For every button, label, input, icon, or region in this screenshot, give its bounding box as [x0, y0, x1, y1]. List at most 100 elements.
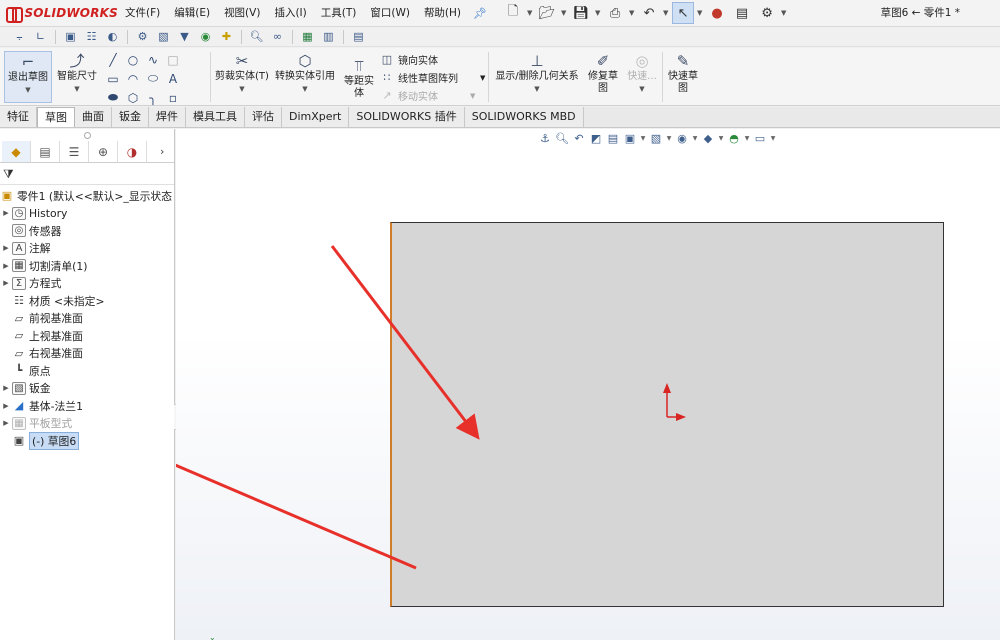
select-icon[interactable]: ↖	[672, 2, 695, 24]
bowl-icon[interactable]: ▼	[175, 28, 194, 45]
display-relations-button[interactable]: ⊥ 显示/删除几何关系 ▼	[492, 51, 582, 103]
chevron-down-icon[interactable]: ▼	[595, 9, 601, 17]
graphics-area[interactable]: ⚓ 🔍︎ ↶ ◩ ▤ ▣ ▼ ▧ ▼ ◉ ▼ ◆ ▼ ◓ ▼ ▭ ▼ ⌄	[176, 129, 1000, 640]
chevron-down-icon[interactable]: ▼	[534, 83, 539, 95]
move-entities-button[interactable]: ↗ 移动实体 ▼	[380, 88, 485, 103]
globe-icon[interactable]: ◐	[103, 28, 122, 45]
circle-icon[interactable]: ○	[124, 50, 142, 69]
location-icon[interactable]: ◉	[196, 28, 215, 45]
ellipse-icon[interactable]: ⬭	[144, 69, 162, 88]
chevron-down-icon[interactable]: ▼	[663, 9, 669, 17]
line-icon[interactable]: ╱	[104, 50, 122, 69]
sketch-tool-icon[interactable]	[184, 50, 202, 69]
chevron-down-icon[interactable]: ▼	[639, 83, 644, 95]
open-icon[interactable]: 📂︎	[536, 2, 558, 24]
expand-arrow-icon[interactable]: ▶	[0, 244, 12, 252]
chevron-down-icon[interactable]: ▼	[470, 92, 475, 100]
binoculars-icon[interactable]: ∞	[268, 28, 287, 45]
save-icon[interactable]: 💾︎	[570, 2, 592, 24]
offset-entities-button[interactable]: ⫪ 等距实 体	[340, 56, 378, 102]
menu-insert[interactable]: 插入(I)	[267, 0, 313, 27]
tree-item-annotations[interactable]: ▶ A 注解	[0, 240, 174, 258]
filter-icon[interactable]: ⧩	[3, 167, 14, 182]
sketch-tool-icon[interactable]	[184, 69, 202, 88]
text-block-icon[interactable]: □	[164, 50, 182, 69]
tree-item-front-plane[interactable]: ▱ 前视基准面	[0, 310, 174, 328]
expand-arrow-icon[interactable]: ▶	[0, 279, 12, 287]
arc-icon[interactable]: ◠	[124, 69, 142, 88]
menu-help[interactable]: 帮助(H)	[417, 0, 468, 27]
menu-tools[interactable]: 工具(T)	[314, 0, 364, 27]
tab-weldments[interactable]: 焊件	[149, 107, 186, 127]
chevron-down-icon[interactable]: ▼	[697, 9, 703, 17]
expand-arrow-icon[interactable]: ▶	[0, 402, 12, 410]
text-icon[interactable]: A	[164, 69, 182, 88]
chevron-down-icon[interactable]: ▼	[480, 74, 485, 82]
tab-mbd[interactable]: SOLIDWORKS MBD	[464, 107, 584, 127]
dimxpert-manager-tab-icon[interactable]: ⊕	[89, 141, 118, 162]
tab-sketch[interactable]: 草图	[37, 107, 75, 127]
chevron-down-icon[interactable]: ▼	[25, 84, 30, 96]
display-manager-tab-icon[interactable]: ◑	[118, 141, 147, 162]
assembly-icon[interactable]: ☷	[82, 28, 101, 45]
tab-mold-tools[interactable]: 模具工具	[186, 107, 245, 127]
chevron-down-icon[interactable]: ▼	[302, 83, 307, 95]
menu-file[interactable]: 文件(F)	[118, 0, 167, 27]
export-icon[interactable]: ▥	[319, 28, 338, 45]
tree-filter[interactable]: ⧩	[0, 165, 174, 185]
trim-entities-button[interactable]: ✂ 剪裁实体(T) ▼	[214, 51, 270, 103]
menu-view[interactable]: 视图(V)	[217, 0, 267, 27]
fillet-icon[interactable]: ╮	[144, 88, 162, 107]
tree-item-cut-list[interactable]: ▶ ▦ 切割清单(1)	[0, 257, 174, 275]
new-icon[interactable]: 🗋︎	[502, 2, 524, 24]
sketch-plane-icon[interactable]: ⨪	[10, 28, 29, 45]
tree-item-sensors[interactable]: ◎ 传感器	[0, 222, 174, 240]
smart-dimension-button[interactable]: ⤴ 智能尺寸 ▼	[54, 51, 100, 103]
tree-item-equations[interactable]: ▶ Σ 方程式	[0, 275, 174, 293]
corner-icon[interactable]: ∟	[31, 28, 50, 45]
spline-icon[interactable]: ∿	[144, 50, 162, 69]
feature-manager-tab-icon[interactable]: ◆	[2, 141, 31, 162]
menu-edit[interactable]: 编辑(E)	[167, 0, 217, 27]
tree-item-base-flange[interactable]: ▶ ◢ 基体-法兰1	[0, 397, 174, 415]
polygon-icon[interactable]: ⬡	[124, 88, 142, 107]
tab-sheet-metal[interactable]: 钣金	[112, 107, 149, 127]
excel-icon[interactable]: ▦	[298, 28, 317, 45]
panel-grip[interactable]	[0, 129, 174, 141]
rectangle-icon[interactable]: ▭	[104, 69, 122, 88]
tree-item-top-plane[interactable]: ▱ 上视基准面	[0, 327, 174, 345]
file-properties-icon[interactable]: ▤	[731, 2, 753, 24]
expand-arrow-icon[interactable]: ▶	[0, 209, 12, 217]
tab-addins[interactable]: SOLIDWORKS 插件	[349, 107, 465, 127]
tree-item-sketch6[interactable]: ▣ (-) 草图6	[0, 432, 174, 450]
monitor-icon[interactable]: ▣	[61, 28, 80, 45]
property-manager-tab-icon[interactable]: ▤	[31, 141, 60, 162]
convert-entities-button[interactable]: ⬡ 转换实体引用 ▼	[272, 51, 338, 103]
menu-window[interactable]: 窗口(W)	[363, 0, 417, 27]
undo-icon[interactable]: ↶	[638, 2, 660, 24]
repair-sketch-button[interactable]: ✐ 修复草 图	[584, 51, 622, 103]
cube-icon[interactable]: ▧	[154, 28, 173, 45]
report-icon[interactable]: ▤	[349, 28, 368, 45]
tree-item-history[interactable]: ▶ ◷ History	[0, 205, 174, 223]
rapid-sketch-button[interactable]: ✎ 快速草 图	[664, 51, 702, 103]
traffic-light-icon[interactable]: ●	[706, 2, 728, 24]
chevron-down-icon[interactable]: ▼	[629, 9, 635, 17]
expand-arrow-icon[interactable]: ▶	[0, 419, 12, 427]
tab-features[interactable]: 特征	[0, 107, 37, 127]
options-icon[interactable]: ⚙	[756, 2, 778, 24]
point-icon[interactable]: ▫	[164, 88, 182, 107]
slot-icon[interactable]: ⬬	[104, 88, 122, 107]
chevron-right-icon[interactable]: ›	[160, 141, 174, 162]
chevron-down-icon[interactable]: ▼	[239, 83, 244, 95]
chevron-down-icon[interactable]: ▼	[781, 9, 787, 17]
tree-item-flat-pattern[interactable]: ▶ ▦ 平板型式	[0, 415, 174, 433]
gear-icon[interactable]: ⚙	[133, 28, 152, 45]
chevron-down-icon[interactable]: ▼	[561, 9, 567, 17]
chevron-down-icon[interactable]: ▼	[527, 9, 533, 17]
quick-snaps-button[interactable]: ◎ 快速... ▼	[624, 51, 660, 103]
plugin-icon[interactable]: ✚	[217, 28, 236, 45]
tab-evaluate[interactable]: 评估	[245, 107, 282, 127]
tree-item-material[interactable]: ☷ 材质 <未指定>	[0, 292, 174, 310]
configuration-manager-tab-icon[interactable]: ☰	[60, 141, 89, 162]
